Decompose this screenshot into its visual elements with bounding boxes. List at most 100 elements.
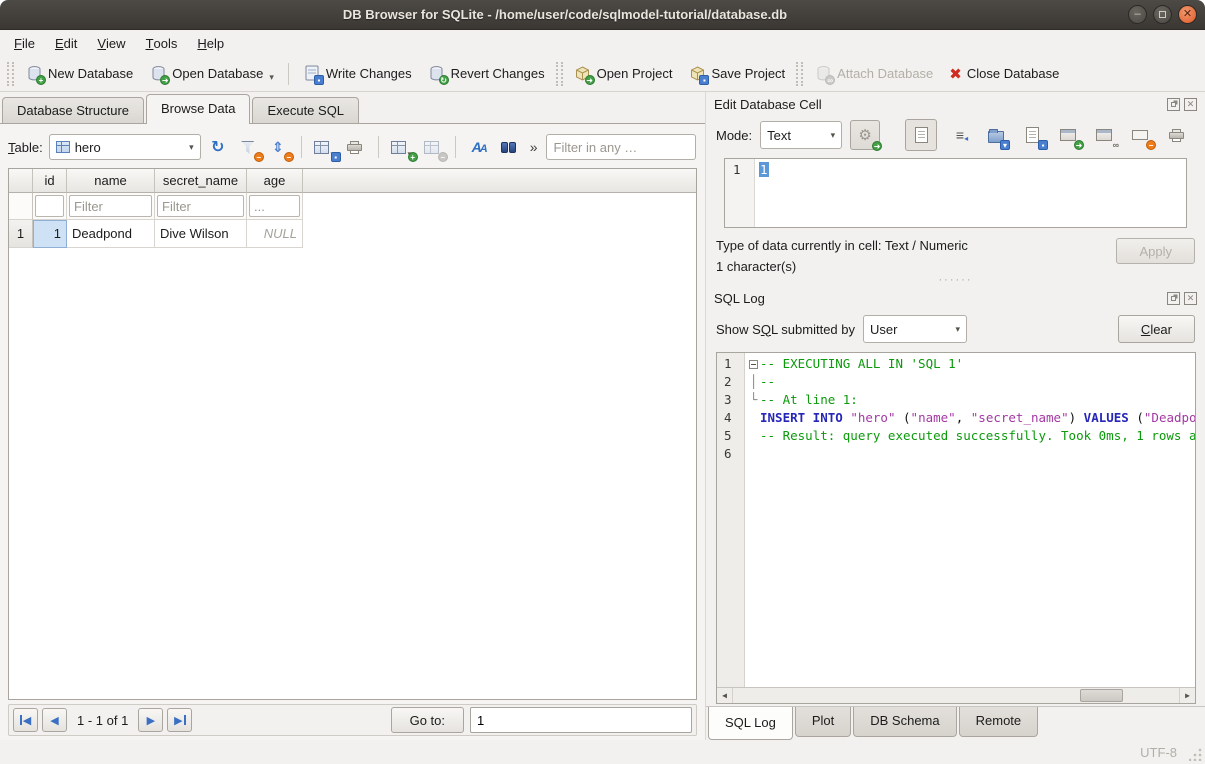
goto-button[interactable]: Go to: xyxy=(391,707,464,733)
open-project-button[interactable]: ➜ Open Project xyxy=(566,61,681,87)
tab-database-structure[interactable]: Database Structure xyxy=(2,97,144,123)
last-page-button[interactable]: ▶ xyxy=(167,708,192,732)
mode-select[interactable]: Text ▾ xyxy=(760,121,842,149)
maximize-button-icon[interactable] xyxy=(1153,5,1172,24)
tab-execute-sql[interactable]: Execute SQL xyxy=(252,97,359,123)
toolbar-overflow-icon[interactable]: » xyxy=(530,139,538,155)
menu-view[interactable]: View xyxy=(87,30,135,56)
toolbar-drag-handle[interactable] xyxy=(7,62,14,86)
menu-help[interactable]: Help xyxy=(187,30,234,56)
new-database-button[interactable]: + New Database xyxy=(17,61,141,87)
mode-select-value: Text xyxy=(767,128,791,143)
toolbar-drag-handle[interactable] xyxy=(556,62,563,86)
grid-header-filler xyxy=(303,169,696,193)
dock-splitter-handle[interactable]: ······ xyxy=(706,274,1205,286)
write-changes-button[interactable]: ▪ Write Changes xyxy=(295,61,420,87)
clear-log-button[interactable]: Clear xyxy=(1118,315,1195,343)
scroll-left-icon[interactable]: ◀ xyxy=(717,688,733,703)
dock-float-icon[interactable] xyxy=(1167,98,1180,111)
cell-name[interactable]: Deadpond xyxy=(67,220,155,248)
insert-record-button[interactable]: +▾ xyxy=(389,134,415,160)
scroll-right-icon[interactable]: ▶ xyxy=(1179,688,1195,703)
print-cell-button[interactable] xyxy=(1163,122,1189,148)
close-database-button[interactable]: ✖ Close Database xyxy=(941,61,1067,87)
cell-secret-name[interactable]: Dive Wilson xyxy=(155,220,247,248)
word-wrap-button[interactable]: ≡ xyxy=(947,122,973,148)
resize-grip[interactable] xyxy=(1189,748,1202,761)
scrollbar-thumb[interactable] xyxy=(1080,689,1123,702)
row-number[interactable]: 1 xyxy=(9,220,33,248)
revert-changes-icon: ↻ xyxy=(428,65,446,83)
sql-log-editor[interactable]: 123456 -- EXECUTING ALL IN 'SQL 1'│--└--… xyxy=(716,352,1196,704)
clear-filters-button[interactable]: − xyxy=(235,134,261,160)
document-icon xyxy=(915,127,928,143)
open-database-dropdown-icon[interactable]: ▾ xyxy=(269,72,274,83)
dock-close-icon[interactable]: ✕ xyxy=(1184,98,1197,111)
refresh-button[interactable]: ↻ xyxy=(205,134,231,160)
auto-switch-mode-button[interactable]: ⚙ ➜ xyxy=(850,120,880,150)
menu-edit[interactable]: Edit xyxy=(45,30,87,56)
dock-tab-sql-log[interactable]: SQL Log xyxy=(708,707,793,740)
sql-log-code: -- EXECUTING ALL IN 'SQL 1'│--└-- At lin… xyxy=(745,353,1195,687)
dock-tab-plot[interactable]: Plot xyxy=(795,707,851,737)
sql-log-hscrollbar[interactable]: ◀ ▶ xyxy=(717,687,1195,703)
copy-link-button[interactable]: ∞ xyxy=(1091,122,1117,148)
titlebar[interactable]: – ✕ DB Browser for SQLite - /home/user/c… xyxy=(0,0,1205,30)
dock-tab-remote[interactable]: Remote xyxy=(959,707,1039,737)
filter-input-age[interactable] xyxy=(249,195,300,217)
cell-editor-content[interactable]: 1 xyxy=(759,162,769,177)
menu-tools[interactable]: Tools xyxy=(136,30,188,56)
text-mode-toggle[interactable] xyxy=(905,119,937,151)
find-in-table-button[interactable] xyxy=(496,134,522,160)
open-external-button[interactable]: ➜ xyxy=(1055,122,1081,148)
tab-browse-data[interactable]: Browse Data xyxy=(146,94,250,123)
column-header-id[interactable]: id xyxy=(33,169,67,193)
browse-data-content: Table: hero ▾ ↻ − ⇕− ▪▾ +▾ − xyxy=(0,123,705,740)
table-icon xyxy=(56,141,70,153)
first-page-button[interactable]: ◀ xyxy=(13,708,38,732)
save-document-icon xyxy=(1026,127,1039,143)
filter-input-name[interactable] xyxy=(69,195,152,217)
save-project-button[interactable]: ▪ Save Project xyxy=(680,61,793,87)
table-save-icon xyxy=(314,141,329,154)
write-changes-label: Write Changes xyxy=(326,66,412,81)
apply-button: Apply xyxy=(1116,238,1195,264)
font-settings-button[interactable]: AA xyxy=(466,134,492,160)
next-page-button[interactable]: ▶ xyxy=(138,708,163,732)
column-header-name[interactable]: name xyxy=(67,169,155,193)
browse-controls: Table: hero ▾ ↻ − ⇕− ▪▾ +▾ − xyxy=(8,130,697,164)
dock-float-icon[interactable] xyxy=(1167,292,1180,305)
save-project-label: Save Project xyxy=(711,66,785,81)
export-table-button[interactable]: ▪▾ xyxy=(312,134,338,160)
print-table-button[interactable] xyxy=(342,134,368,160)
menu-file[interactable]: File xyxy=(4,30,45,56)
import-cell-button[interactable]: ▾ xyxy=(983,122,1009,148)
filter-any-input[interactable] xyxy=(546,134,696,160)
clear-sorting-button[interactable]: ⇕− xyxy=(265,134,291,160)
open-database-button[interactable]: ➜ Open Database ▾ xyxy=(141,61,282,87)
dock-close-icon[interactable]: ✕ xyxy=(1184,292,1197,305)
write-changes-icon: ▪ xyxy=(303,65,321,83)
dock-tab-db-schema[interactable]: DB Schema xyxy=(853,707,956,737)
revert-changes-button[interactable]: ↻ Revert Changes xyxy=(420,61,553,87)
toolbar-drag-handle[interactable] xyxy=(796,62,803,86)
filter-input-id[interactable] xyxy=(35,195,64,217)
chevron-down-icon: ▾ xyxy=(955,324,960,335)
export-cell-button[interactable]: ▪ xyxy=(1019,122,1045,148)
submitted-by-select[interactable]: User ▾ xyxy=(863,315,967,343)
minimize-button-icon[interactable]: – xyxy=(1128,5,1147,24)
table-select[interactable]: hero ▾ xyxy=(49,134,201,160)
cell-editor[interactable]: 1 1 xyxy=(724,158,1187,228)
close-button-icon[interactable]: ✕ xyxy=(1178,5,1197,24)
set-null-button[interactable]: − xyxy=(1127,122,1153,148)
data-grid: id name secret_name age xyxy=(8,168,697,700)
cell-id[interactable]: 1 xyxy=(33,220,67,248)
goto-input[interactable] xyxy=(470,707,692,733)
filter-input-secret-name[interactable] xyxy=(157,195,244,217)
grid-filter-row xyxy=(9,193,696,220)
edit-cell-dock: Edit Database Cell ✕ Mode: Text ▾ ⚙ ➜ xyxy=(706,92,1205,274)
column-header-age[interactable]: age xyxy=(247,169,303,193)
prev-page-button[interactable]: ◀ xyxy=(42,708,67,732)
cell-age[interactable]: NULL xyxy=(247,220,303,248)
column-header-secret-name[interactable]: secret_name xyxy=(155,169,247,193)
